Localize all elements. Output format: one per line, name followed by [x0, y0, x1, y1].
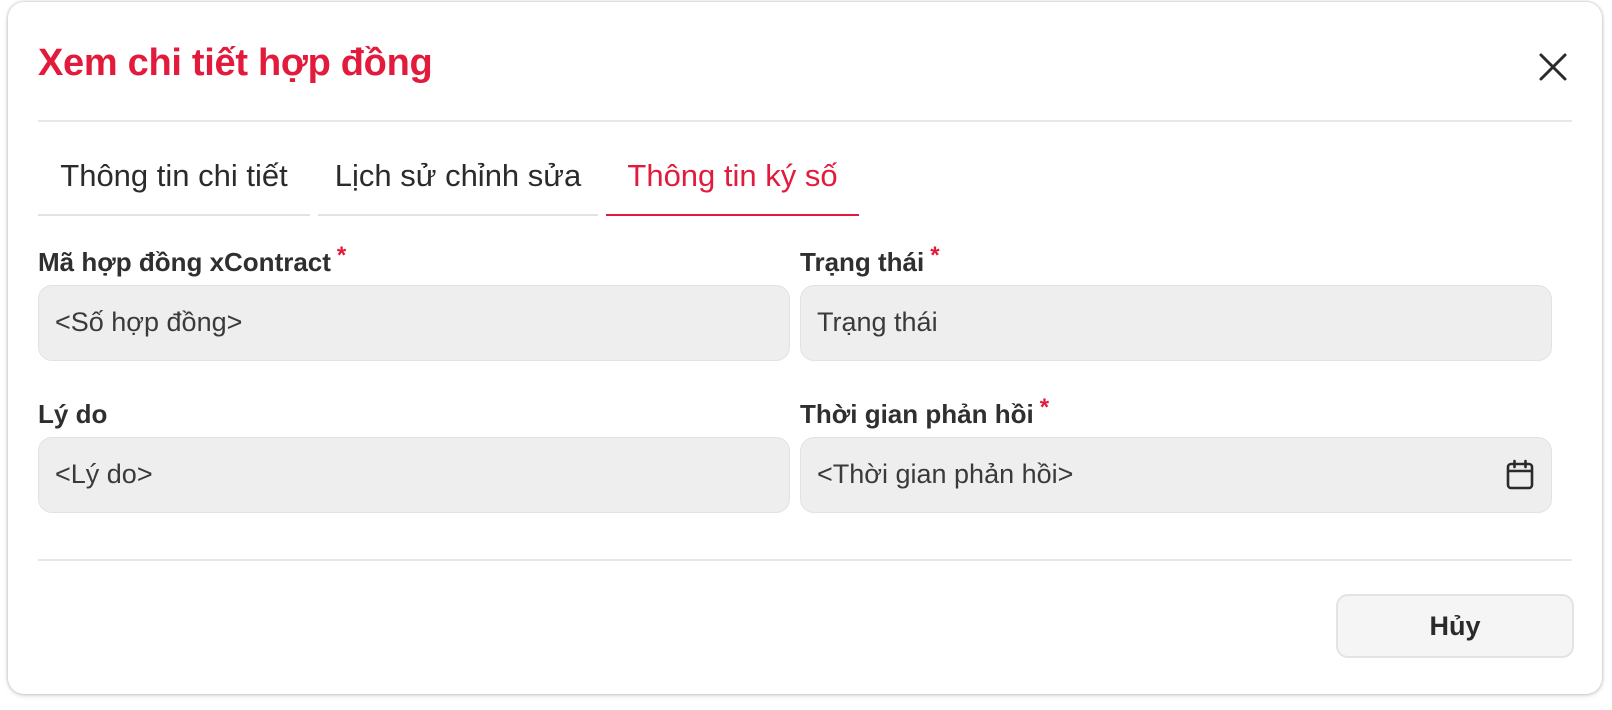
footer-divider [38, 559, 1572, 561]
reason-label: Lý do [38, 399, 108, 429]
response-time-input[interactable]: <Thời gian phản hồi> [800, 437, 1552, 513]
response-time-value: <Thời gian phản hồi> [817, 459, 1074, 489]
tab-digital-signature-info[interactable]: Thông tin ký số [606, 148, 859, 216]
field-status: Trạng thái * Trạng thái [800, 244, 1552, 363]
response-time-label: Thời gian phản hồi [800, 399, 1034, 429]
status-input[interactable]: Trạng thái [800, 285, 1552, 361]
required-marker: * [1039, 394, 1050, 421]
contract-detail-dialog: Xem chi tiết hợp đồng Thông tin chi tiết… [8, 2, 1602, 694]
field-reason: Lý do <Lý do> [38, 401, 790, 515]
close-button[interactable] [1536, 50, 1570, 84]
contract-code-input[interactable]: <Số hợp đồng> [38, 285, 790, 361]
dialog-title: Xem chi tiết hợp đồng [38, 42, 433, 84]
dialog-header: Xem chi tiết hợp đồng [38, 2, 1572, 122]
calendar-icon[interactable] [1505, 459, 1535, 491]
close-icon [1539, 53, 1567, 81]
required-marker: * [336, 242, 347, 269]
required-marker: * [930, 242, 940, 269]
reason-input[interactable]: <Lý do> [38, 437, 790, 513]
status-label: Trạng thái [800, 247, 925, 277]
field-response-time: Thời gian phản hồi * <Thời gian phản hồi> [800, 396, 1552, 515]
tab-detail-info[interactable]: Thông tin chi tiết [38, 148, 310, 216]
field-contract-code: Mã hợp đồng xContract * <Số hợp đồng> [38, 244, 790, 363]
cancel-button[interactable]: Hủy [1336, 594, 1574, 658]
tab-edit-history[interactable]: Lịch sử chỉnh sửa [318, 148, 598, 216]
contract-code-label: Mã hợp đồng xContract [38, 247, 331, 277]
